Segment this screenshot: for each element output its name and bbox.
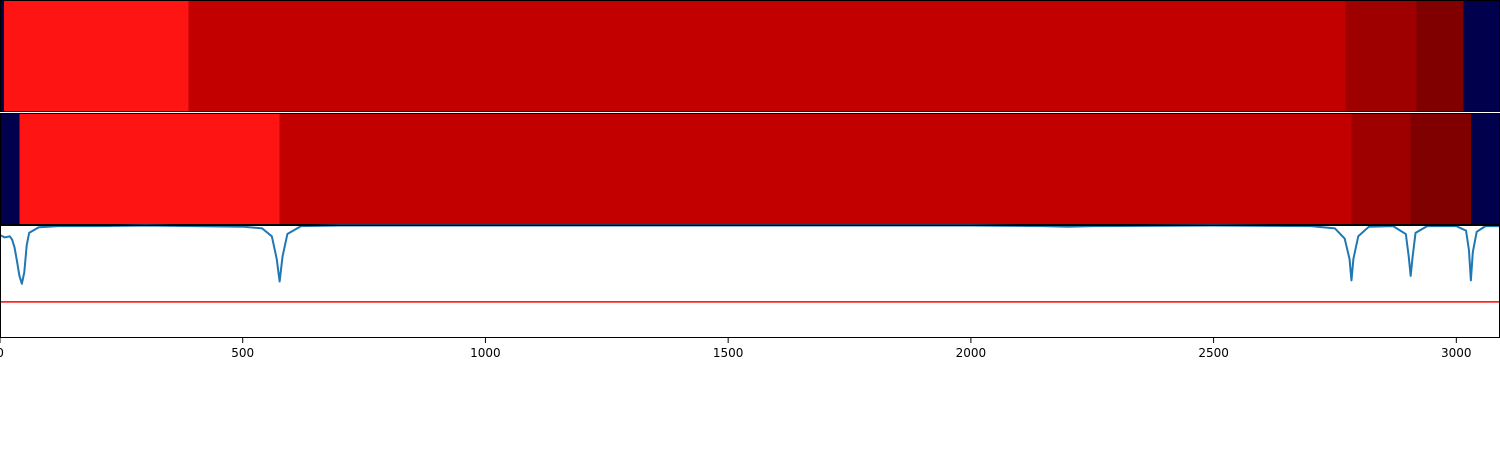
heatmap-cell — [1410, 113, 1471, 225]
heatmap-cell — [19, 113, 280, 225]
line-plot-frame — [0, 225, 1500, 338]
x-tick-label: 3000 — [1441, 346, 1472, 360]
heatmap-cell — [279, 113, 1352, 225]
heatmap-cell — [1345, 0, 1417, 112]
heatmap-cell — [0, 113, 20, 225]
heatmap-cell — [188, 0, 1346, 112]
heatmap-cell — [3, 0, 189, 112]
x-axis: 0 500 1000 1500 2000 2500 3000 — [0, 338, 1472, 360]
series-line — [0, 224, 1500, 285]
x-tick-label: 1000 — [470, 346, 501, 360]
x-tick-label: 0 — [0, 346, 4, 360]
heatmap-cell — [1470, 113, 1500, 225]
heatmap-track-2 — [0, 113, 1500, 225]
heatmap-cell — [1463, 0, 1500, 112]
x-tick-label: 2000 — [956, 346, 987, 360]
x-tick-label: 2500 — [1198, 346, 1229, 360]
heatmap-cell — [1416, 0, 1464, 112]
x-tick-label: 500 — [231, 346, 254, 360]
chart: 0 500 1000 1500 2000 2500 3000 — [0, 0, 1500, 360]
x-tick-label: 1500 — [713, 346, 744, 360]
heatmap-track-1 — [0, 0, 1500, 112]
line-plot — [0, 224, 1500, 303]
heatmap-cell — [1351, 113, 1411, 225]
